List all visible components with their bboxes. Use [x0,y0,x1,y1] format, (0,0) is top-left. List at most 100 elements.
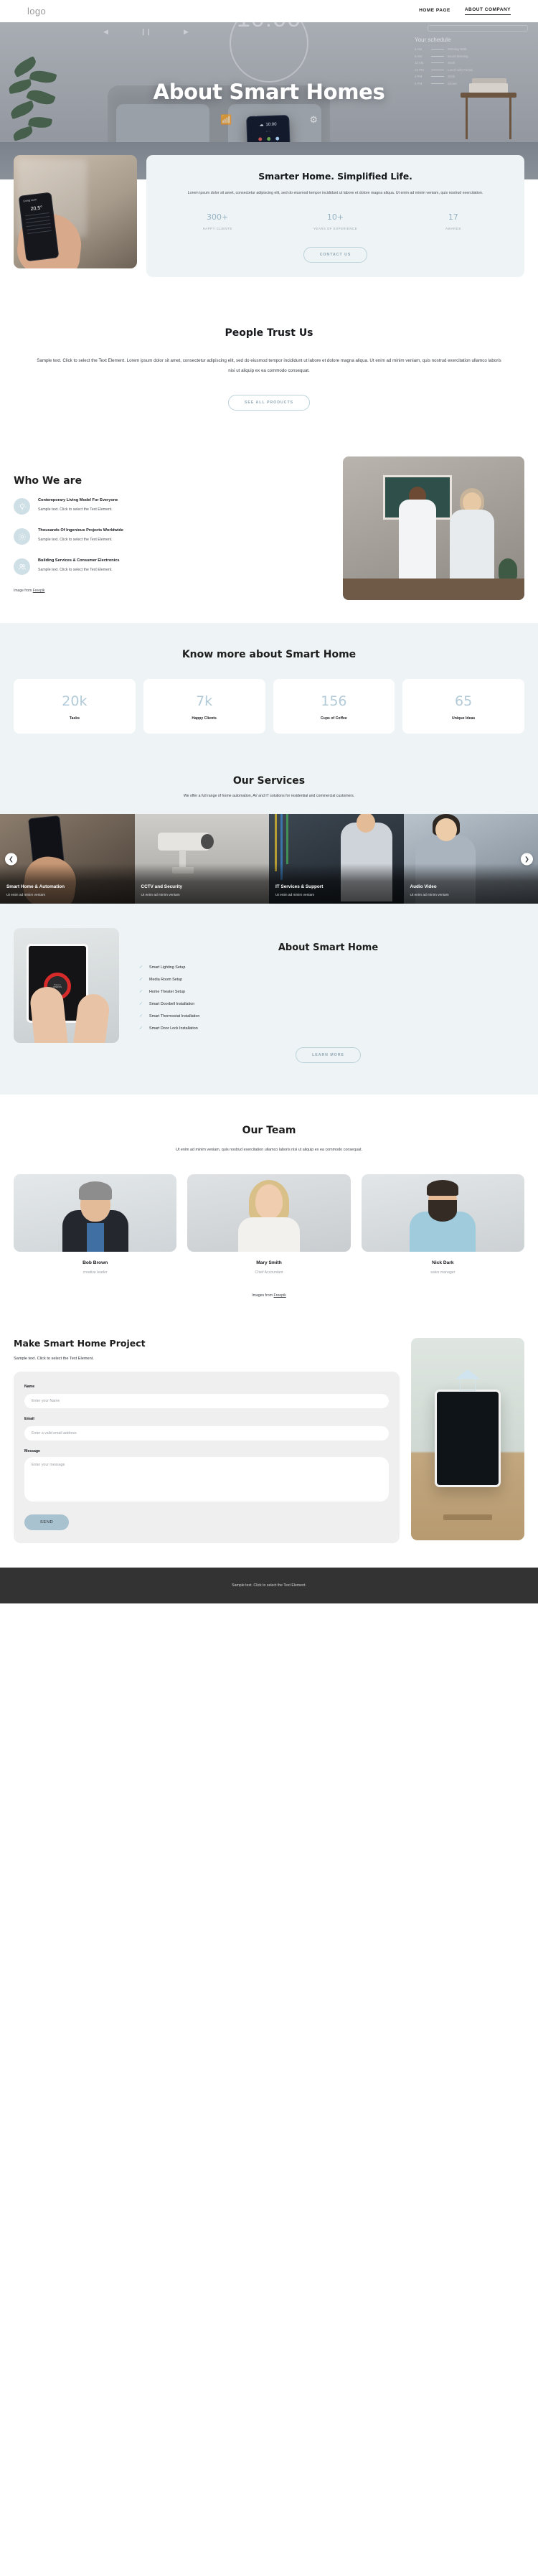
nav-item-about-company[interactable]: ABOUT COMPANY [464,7,511,15]
stat-happy-clients: 300+ HAPPY CLIENTS [159,212,276,232]
services-subtitle: We offer a full range of home automation… [183,794,355,799]
service-slide-audio-video[interactable]: Audio Video Ut enim ad minim veniam [403,814,538,904]
schedule-row: 10 AM Work [415,61,522,65]
images-credit: Images from Freepik [14,1293,524,1298]
hud-schedule-title: Your schedule [415,37,451,43]
trust-heading: People Trust Us [225,327,313,339]
stat-years-experience: 10+ YEARS OF EXPERIENCE [276,212,394,232]
schedule-row: 8 AM Board Meeting [415,55,522,58]
feature-item: Thousands Of Ingenious Projects Worldwid… [14,528,330,545]
avatar [14,1174,177,1252]
who-we-are-section: Who We are Contemporary Living Model For… [0,449,538,624]
avatar [361,1174,524,1252]
schedule-label: Work [448,75,456,79]
feature-text: Sample text. Click to select the Text El… [38,568,113,573]
who-heading: Who We are [14,475,82,487]
footer-text: Sample text. Click to select the Text El… [232,1583,306,1588]
learn-more-button[interactable]: LEARN MORE [296,1047,361,1064]
name-field[interactable] [24,1394,389,1409]
member-role: Chief Accountant [255,1270,283,1275]
check-icon: ✓ [139,1002,143,1007]
contact-heading: Make Smart Home Project [14,1338,146,1349]
schedule-time: 8 AM [415,54,423,58]
see-all-products-button[interactable]: SEE ALL PRODUCTS [227,395,311,411]
service-title: Smart Home & Automation [6,884,65,889]
service-text: Ut enim ad minim veniam [410,894,449,898]
credit-prefix: Image from [14,589,33,594]
nav-item-home-page[interactable]: HOME PAGE [419,8,450,15]
checklist-label: Smart Thermostat Installation [149,1014,200,1019]
service-slide-it-services[interactable]: IT Services & Support Ut enim ad minim v… [269,814,404,904]
feature-title: Contemporary Living Model For Everyone [38,498,118,503]
hud-panel [428,25,528,32]
message-label: Message [24,1449,40,1454]
pause-icon[interactable]: ❙❙ [141,28,151,36]
main-nav: HOME PAGE ABOUT COMPANY [419,7,511,15]
gear-icon [14,528,30,545]
counter-number: 156 [321,693,347,710]
wifi-icon: 📶 [220,114,232,125]
stat-label: YEARS OF EXPERIENCE [313,227,358,231]
service-slide-cctv[interactable]: CCTV and Security Ut enim ad minim venia… [134,814,269,904]
schedule-time: 2 PM [415,75,423,79]
feature-title: Building Services & Consumer Electronics [38,558,120,563]
logo[interactable]: logo [27,6,46,17]
checklist-item: ✓ Smart Doorbell Installation [139,1002,524,1006]
counter-card-happy-clients: 7k Happy Clients [143,679,265,734]
schedule-label: Board Meeting [448,54,468,58]
check-icon: ✓ [139,1014,143,1019]
lightbulb-icon [14,498,30,515]
freepik-link[interactable]: Freepik [33,589,45,593]
email-field[interactable] [24,1426,389,1441]
contact-lead: Sample text. Click to select the Text El… [14,1357,94,1362]
users-icon [14,558,30,576]
our-services-section: Our Services We offer a full range of ho… [0,762,538,904]
contact-us-button[interactable]: CONTACT US [303,247,368,263]
counter-label: Tasks [69,716,80,721]
feature-text: Sample text. Click to select the Text El… [38,538,113,543]
prev-track-icon[interactable]: ◀ [103,28,108,36]
schedule-time: 10 AM [415,61,424,65]
chevron-left-icon[interactable]: ❮ [5,853,17,866]
checklist-label: Home Theater Setup [149,990,185,995]
service-text: Ut enim ad minim veniam [275,894,315,898]
play-icon[interactable]: ▶ [184,28,189,36]
check-icon: ✓ [139,990,143,995]
feature-item: Building Services & Consumer Electronics… [14,558,330,576]
counter-number: 65 [455,693,473,710]
schedule-row: 2 PM Work [415,75,522,78]
freepik-link[interactable]: Freepik [273,1293,285,1298]
send-button[interactable]: SEND [24,1514,70,1531]
home-wifi-icon [456,1369,480,1392]
counter-number: 20k [62,693,88,710]
schedule-time: 6 AM [415,47,423,51]
page-root: logo HOME PAGE ABOUT COMPANY ◀ ❙❙ ▶ 📶 ⚙ … [0,0,538,1604]
team-member-card: Bob Brown creative leader [14,1174,177,1275]
avatar [187,1174,351,1252]
feature-text: Sample text. Click to select the Text El… [38,507,113,512]
service-slide-smart-home[interactable]: Smart Home & Automation Ut enim ad minim… [0,814,135,904]
message-field[interactable] [24,1457,389,1502]
stat-number: 300+ [207,212,229,223]
checklist-item: ✓ Smart Thermostat Installation [139,1014,524,1018]
counter-number: 7k [196,693,213,710]
stat-label: AWARDS [445,227,461,231]
team-heading: Our Team [242,1125,296,1137]
checklist-item: ✓ Smart Lighting Setup [139,965,524,970]
counter-card-tasks: 20k Tasks [14,679,136,734]
hero-phone-mockup: ☁ 10:00 • • • [246,114,292,142]
about-smart-home-section: About Smart Home ✓ Smart Lighting Setup … [0,904,538,1095]
chevron-right-icon[interactable]: ❯ [521,853,533,866]
know-more-section: Know more about Smart Home 20k Tasks 7k … [0,623,538,763]
image-credit: Image from Freepik [14,589,330,593]
member-role: creative leader [82,1270,108,1275]
service-text: Ut enim ad minim veniam [141,894,180,898]
checklist-label: Media Room Setup [149,978,183,983]
site-footer: Sample text. Click to select the Text El… [0,1568,538,1604]
hand-holding-phone-image: Living room 20,5° [14,155,137,268]
schedule-time: 12 PM [415,67,424,72]
hud-media-controls: ◀ ❙❙ ▶ [103,28,189,36]
hud-clock-time: 10:00 [237,22,301,33]
about-home-heading: About Smart Home [278,942,379,954]
smarter-home-band: Living room 20,5° Smarter Home. Simplifi… [0,142,538,296]
